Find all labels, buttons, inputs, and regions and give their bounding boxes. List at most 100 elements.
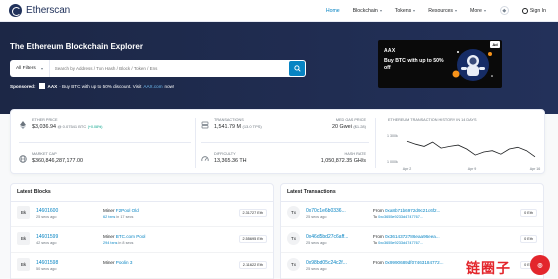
block-miner: Miner BTC.com Pool [103,234,145,239]
globe-icon [19,155,27,163]
hash-rate-label: HASH RATE [344,152,366,156]
divider [375,118,376,168]
sponsored-line: Sponsored: AAX · Buy BTC with up to 50% … [10,83,174,89]
ad-banner[interactable]: AAX Buy BTC with up to 50% off [378,40,502,88]
transaction-age: 25 secs ago [306,215,327,219]
sponsor-tail: now! [164,83,175,89]
block-tile-icon: Bk [17,258,30,271]
block-number-link[interactable]: 14601599 [36,234,58,240]
transaction-to: To 0xc3655e9233d4747767... [373,241,423,245]
nav-tokens[interactable]: Tokens [395,8,416,14]
transaction-hash-link[interactable]: 0x98bd05c24c2f... [306,260,347,266]
block-txns-time: in 17 secs [116,215,134,219]
hash-rate-value: 1,050,872.35 GH/s [320,158,366,164]
etherscan-logo[interactable]: Etherscan [9,4,70,17]
sponsor-name: AAX [47,83,58,89]
server-icon [201,121,209,129]
nav-home[interactable]: Home [326,8,340,14]
ether-price-value[interactable]: $3,036.94 @ 0.07541 BTC (+0.08%) [32,124,102,130]
transaction-to: To 0xc3655e9233d4747767... [373,215,423,219]
from-address-link[interactable]: 0x9990689df07463184772... [385,260,444,265]
sponsor-link[interactable]: AAX.com [143,84,162,89]
transaction-hash-link[interactable]: 0x46d5bd27c6aff... [306,234,348,240]
ad-brand: AAX [384,48,396,54]
sponsored-label: Sponsored: [10,83,36,89]
transaction-hash-link[interactable]: 0x70c1e6b0336... [306,208,346,214]
block-row: Bk 14601598 50 secs ago Miner Poolin 3 2… [11,254,273,279]
from-address-link[interactable]: 0xa8b71b6972d9c21c6f2... [385,208,440,213]
block-row: Bk 14601599 42 secs ago Miner BTC.com Po… [11,228,273,253]
gas-price-value[interactable]: 20 Gwei ($1.28) [332,124,366,130]
x-tick-label: Apr 16 [530,167,541,171]
chevron-down-icon [455,9,458,12]
nav-blockchain[interactable]: Blockchain [353,8,382,14]
transaction-history-chart[interactable]: 1 300k 1 000k Apr 2 Apr 9 Apr 16 [377,124,545,172]
transactions-value[interactable]: 1,541.79 M (13.0 TPS) [214,124,262,130]
divider [201,142,369,143]
y-tick-label: 1 000k [387,160,398,164]
nav-links: Home Blockchain Tokens Resources More ◆ … [313,0,546,21]
user-icon [521,7,528,14]
latest-blocks-panel: Latest Blocks Bk 14601600 25 secs ago Mi… [10,183,274,279]
miner-link[interactable]: Poolin 3 [116,260,133,265]
block-txns: 62 txns in 17 secs [103,215,133,219]
transaction-amount-badge: 0 Eth [520,235,537,243]
nav-more[interactable]: More [470,8,486,14]
hero-banner: The Ethereum Blockchain Explorer All Fil… [0,22,558,114]
market-cap-label: MARKET CAP [32,152,57,156]
ether-price-label: ETHER PRICE [32,118,58,122]
difficulty-value: 13,365.36 TH [214,158,247,164]
miner-label: Miner [103,208,115,213]
divider [19,142,191,143]
divider [195,118,196,168]
miner-label: Miner [103,234,115,239]
miner-label: Miner [103,260,115,265]
y-tick-label: 1 300k [387,134,398,138]
to-address-link[interactable]: 0xc3655e9233d4747767... [378,215,423,219]
nav-more-label: More [470,7,482,14]
chevron-down-icon [40,67,43,70]
block-txns-time: in 8 secs [118,241,134,245]
search-input[interactable] [49,61,289,76]
ether-price-usd: $3,036.94 [32,124,56,130]
sign-in-link[interactable]: Sign In [521,7,546,14]
block-number-link[interactable]: 14601600 [36,208,58,214]
block-txns-link[interactable]: 294 txns [103,241,117,245]
sponsor-text: · Buy BTC with up to 50% discount. Visit [59,83,142,89]
block-number-link[interactable]: 14601598 [36,260,58,266]
network-stats-card: ETHER PRICE $3,036.94 @ 0.07541 BTC (+0.… [10,109,545,174]
block-tile-icon: Bk [17,206,30,219]
miner-link[interactable]: F2Pool Old [116,208,139,213]
nav-resources[interactable]: Resources [428,8,458,14]
block-age: 25 secs ago [36,215,57,219]
block-miner: Miner Poolin 3 [103,260,132,265]
miner-link[interactable]: BTC.com Pool [116,234,146,239]
transactions-label: TRANSACTIONS [214,118,244,122]
x-tick-label: Apr 9 [468,167,477,171]
transaction-from: From 0x9990689df07463184772... [373,260,444,265]
watermark-logo-icon: ◎ [530,255,550,275]
search-filter-select[interactable]: All Filters [10,60,50,77]
ad-text: Buy BTC with up to 50% off [384,58,444,71]
from-address-link[interactable]: 0x3614372786eaa96eea... [385,234,440,239]
ethereum-network-icon[interactable]: ◆ [499,6,509,15]
x-tick-label: Apr 2 [403,167,412,171]
transaction-tile-icon: Tx [287,206,300,219]
search-button[interactable] [289,61,305,76]
from-label: From [373,260,384,265]
transaction-tile-icon: Tx [287,258,300,271]
block-row: Bk 14601600 25 secs ago Miner F2Pool Old… [11,202,273,227]
block-age: 50 secs ago [36,267,57,271]
etherscan-logo-icon [9,4,22,17]
from-label: From [373,234,384,239]
history-chart-title: ETHEREUM TRANSACTION HISTORY IN 14 DAYS [388,118,477,122]
to-address-link[interactable]: 0xc3655e9233d4747767... [378,241,423,245]
block-txns-link[interactable]: 62 txns [103,215,115,219]
ether-price-btc: @ 0.07541 BTC [57,124,87,129]
ad-badge: Ad [490,41,500,48]
watermark-text: 链圈子 [466,260,511,276]
chevron-down-icon [413,9,416,12]
to-label: To [373,215,378,219]
speedometer-icon [201,156,209,162]
transaction-row: Tx 0x46d5bd27c6aff... 25 secs ago From 0… [281,228,543,253]
